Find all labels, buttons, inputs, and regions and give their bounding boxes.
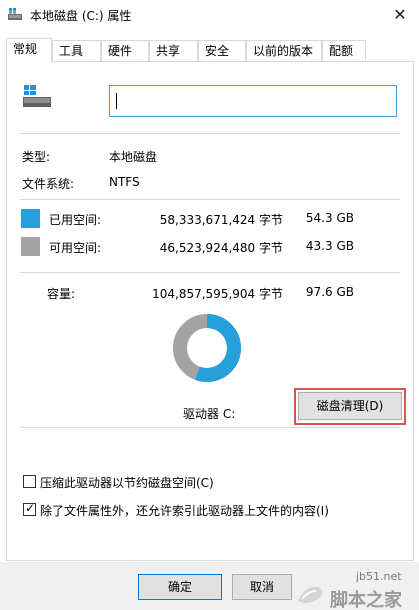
used-space-swatch — [21, 209, 40, 228]
free-space-size: 43.3 GB — [305, 239, 354, 253]
disk-usage-donut — [173, 314, 241, 382]
title-bar: 本地磁盘 (C:) 属性 ✕ — [0, 0, 419, 30]
drive-icon — [8, 8, 22, 20]
disk-cleanup-button[interactable]: 磁盘清理(D) — [298, 392, 402, 420]
capacity-label: 容量: — [47, 287, 76, 301]
capacity-bytes: 104,857,595,904 字节 — [152, 287, 283, 301]
check-icon: ✓ — [25, 501, 36, 515]
tab-general[interactable]: 常规 — [6, 38, 52, 63]
cancel-button[interactable]: 取消 — [232, 574, 292, 600]
divider — [20, 272, 400, 273]
tab-quota[interactable]: 配额 — [322, 40, 366, 62]
text-caret — [116, 93, 117, 109]
free-space-bytes: 46,523,924,480 字节 — [159, 241, 283, 255]
close-icon[interactable]: ✕ — [385, 4, 415, 26]
compress-checkbox[interactable] — [23, 475, 36, 488]
tab-sharing[interactable]: 共享 — [149, 40, 198, 62]
type-label: 类型: — [22, 150, 51, 164]
watermark-logo-icon — [298, 586, 323, 603]
capacity-size: 97.6 GB — [305, 285, 354, 299]
tab-previous-versions[interactable]: 以前的版本 — [246, 40, 322, 62]
compress-label: 压缩此驱动器以节约磁盘空间(C) — [40, 476, 214, 490]
divider — [20, 199, 400, 200]
window-title: 本地磁盘 (C:) 属性 — [30, 9, 132, 23]
type-value: 本地磁盘 — [109, 150, 158, 164]
free-space-swatch — [21, 237, 40, 256]
drive-icon — [23, 85, 51, 107]
index-label: 除了文件属性外，还允许索引此驱动器上文件的内容(I) — [40, 504, 329, 518]
used-space-bytes: 58,333,671,424 字节 — [159, 213, 283, 227]
watermark-brand: 脚本之家 — [330, 590, 402, 610]
drive-letter-label: 驱动器 C: — [183, 407, 236, 421]
drive-name-input[interactable] — [109, 85, 397, 117]
tab-hardware[interactable]: 硬件 — [101, 40, 149, 62]
filesystem-value: NTFS — [109, 175, 140, 189]
divider — [20, 427, 400, 428]
used-space-label: 已用空间: — [49, 213, 102, 227]
filesystem-label: 文件系统: — [22, 177, 75, 191]
ok-button[interactable]: 确定 — [138, 574, 222, 600]
free-space-label: 可用空间: — [49, 241, 102, 255]
divider — [20, 133, 400, 134]
index-checkbox[interactable]: ✓ — [23, 501, 36, 516]
tab-tools[interactable]: 工具 — [52, 40, 101, 62]
tab-security[interactable]: 安全 — [198, 40, 246, 62]
watermark-url: jb51.net — [356, 570, 402, 583]
used-space-size: 54.3 GB — [305, 211, 354, 225]
